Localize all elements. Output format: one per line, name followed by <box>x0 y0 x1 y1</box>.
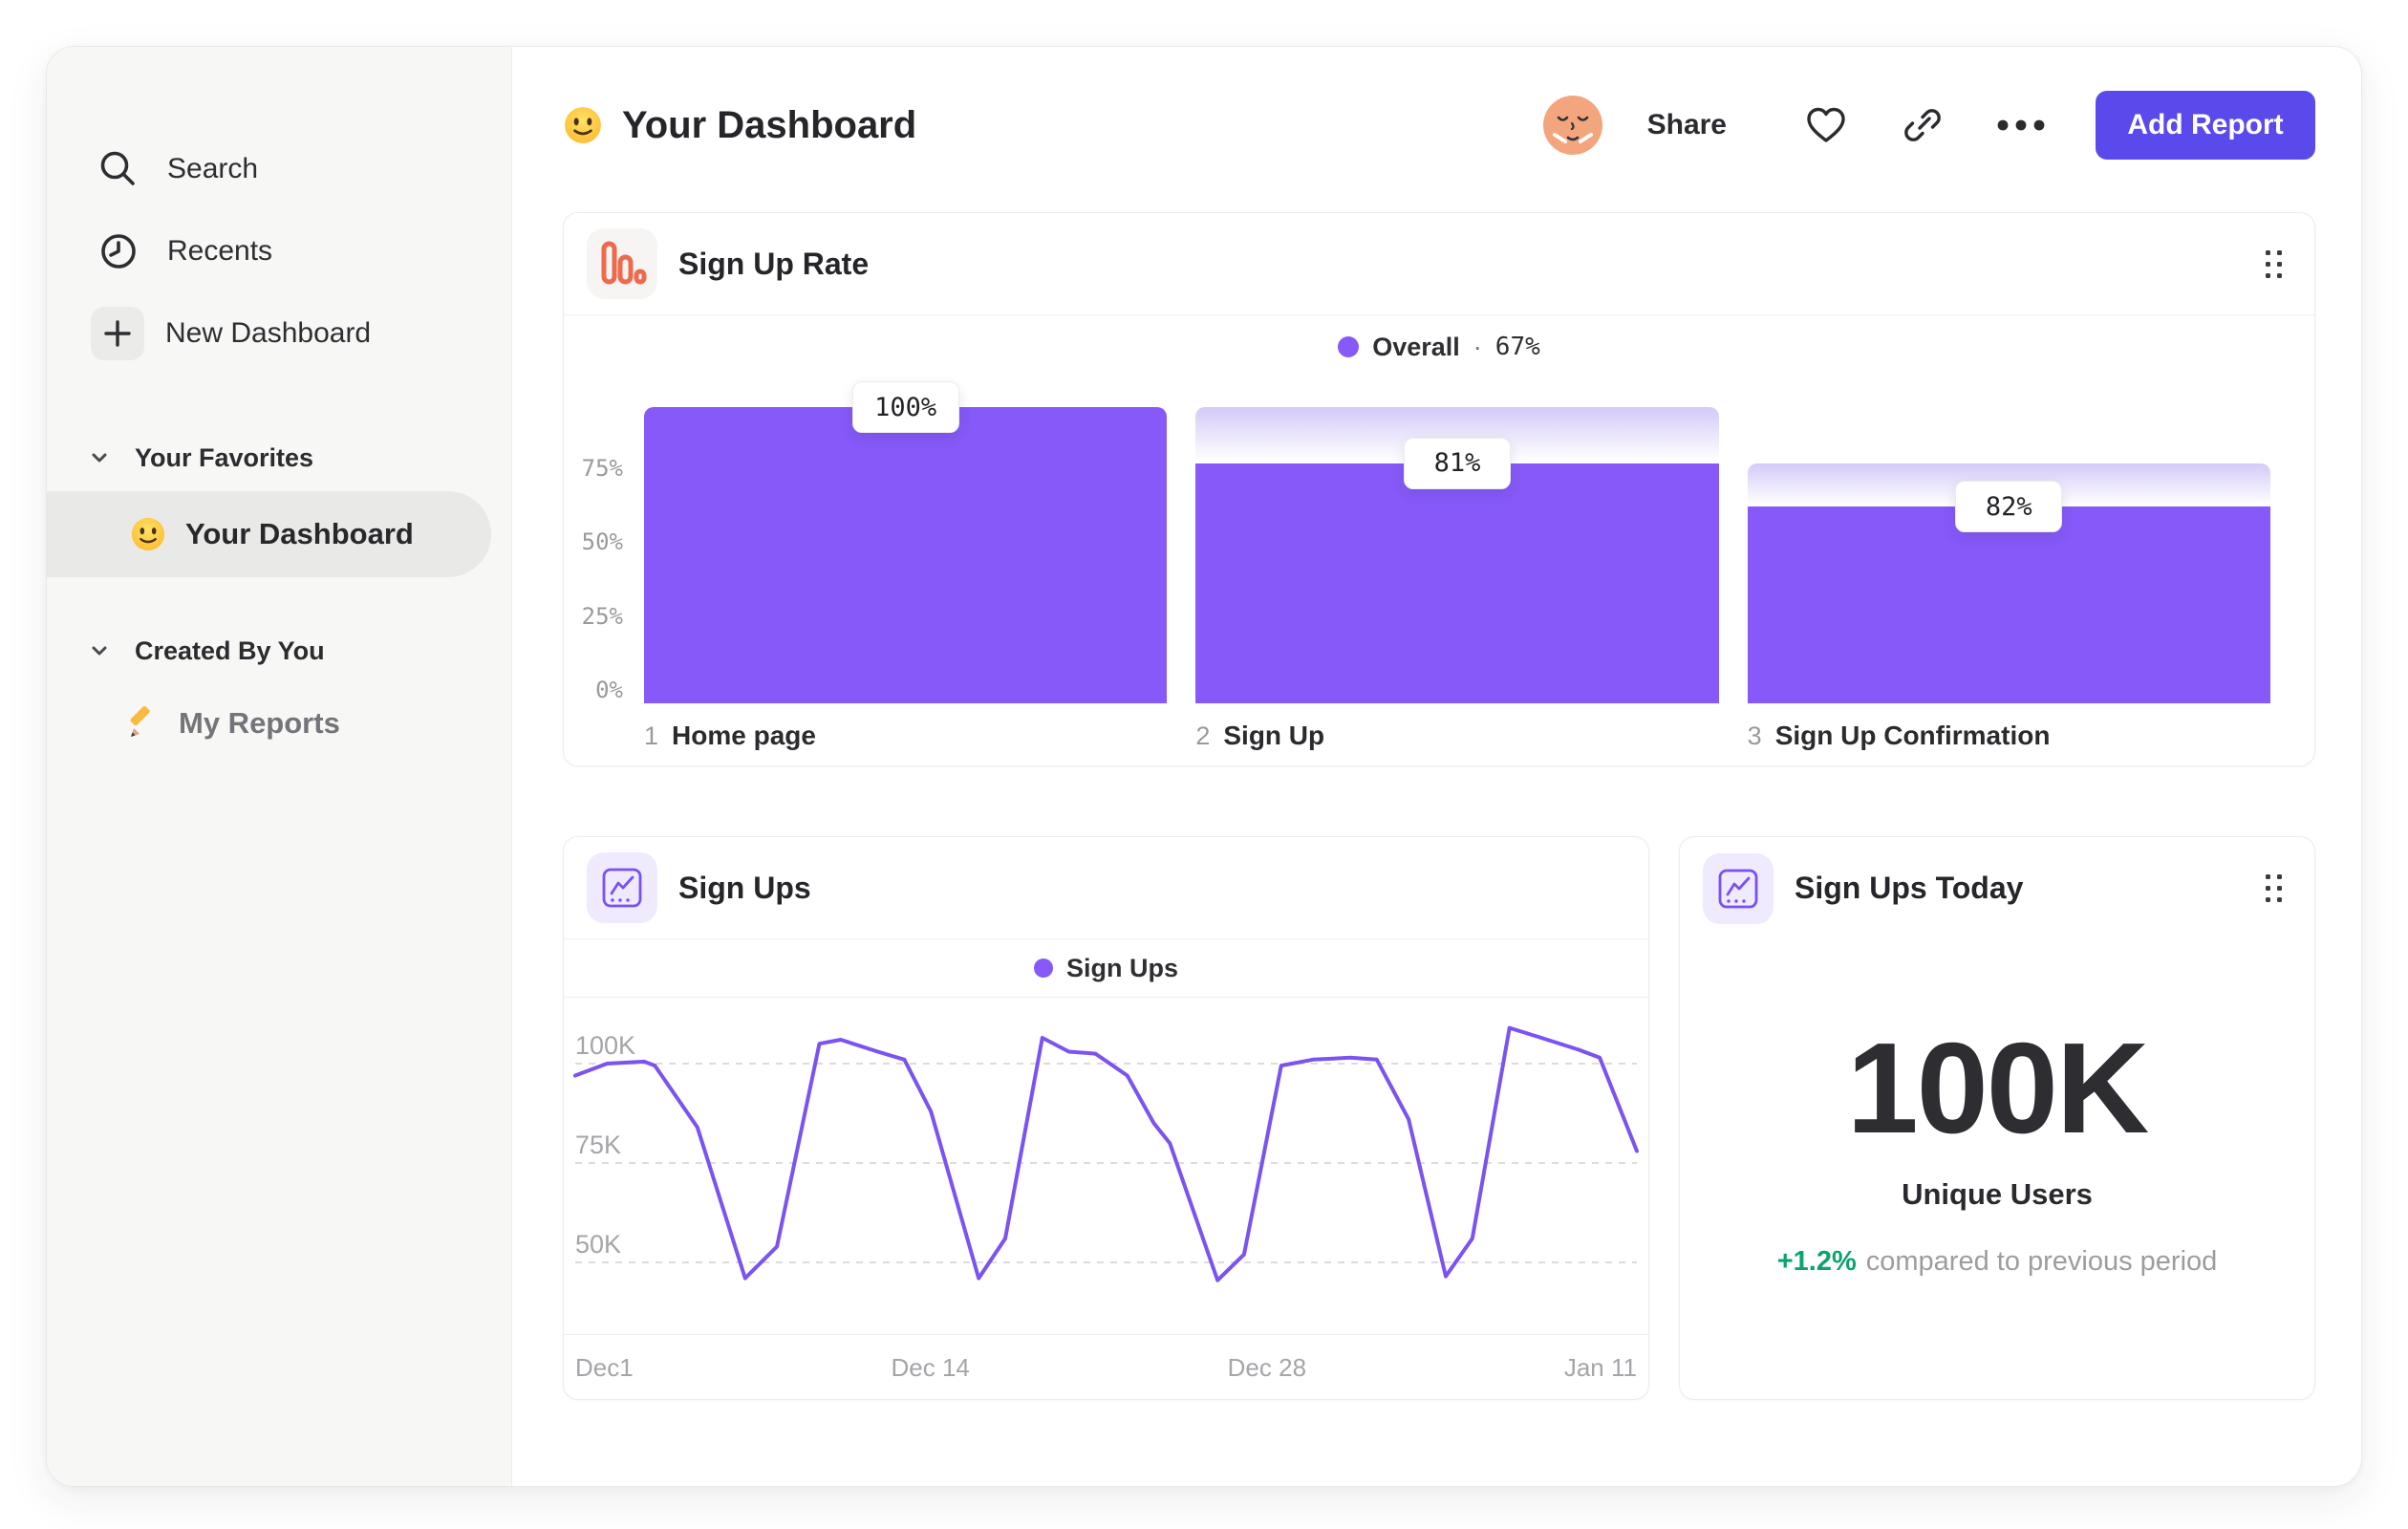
add-report-button[interactable]: Add Report <box>2096 91 2315 160</box>
sign-ups-card: Sign Ups Sign Ups 100K 75K 50K Dec1 Dec 14 D… <box>563 836 1649 1400</box>
pencil-emoji-icon <box>130 706 150 737</box>
funnel-step-label: 3 Sign Up Confirmation <box>1747 721 2051 750</box>
funnel-bar[interactable]: 100% <box>644 381 1168 703</box>
card-title: Sign Ups <box>678 870 811 905</box>
funnel-step-label: 2 Sign Up <box>1195 721 1325 750</box>
plus-icon <box>91 307 144 360</box>
line-chart-icon <box>1703 852 1774 924</box>
funnel-legend: Overall · 67% <box>564 315 2314 378</box>
drag-handle-icon[interactable] <box>2266 249 2282 278</box>
svg-text:100K: 100K <box>575 1031 635 1060</box>
card-header: Sign Ups <box>564 837 1648 939</box>
sign-ups-today-card: Sign Ups Today 100K Unique Users +1.2% co… <box>1679 836 2315 1400</box>
sign-up-rate-card: Sign Up Rate Overall · 67% 75% 50% 25% 0% 1… <box>563 212 2315 766</box>
page-title: Your Dashboard <box>563 104 916 147</box>
funnel-y-axis: 75% 50% 25% 0% <box>581 454 623 704</box>
line-legend: Sign Ups <box>564 939 1648 998</box>
sidebar-item-search[interactable]: Search <box>47 128 511 210</box>
sidebar-item-new-dashboard[interactable]: New Dashboard <box>47 292 511 375</box>
favorite-heart-icon[interactable] <box>1805 105 1847 145</box>
section-title: Created By You <box>135 635 325 665</box>
sidebar-item-label: Search <box>167 153 259 184</box>
share-button[interactable]: Share <box>1647 109 1727 141</box>
smiley-emoji-icon <box>131 517 165 551</box>
section-title: Your Favorites <box>135 442 314 472</box>
conversion-tooltip: 82% <box>1955 481 2063 533</box>
metric-value: 100K <box>1846 1016 2150 1160</box>
conversion-tooltip: 81% <box>1403 437 1511 489</box>
legend-dot <box>1338 336 1360 357</box>
funnel-bar[interactable]: 82% <box>1747 407 2270 703</box>
funnel-step-labels: 1 Home page 2 Sign Up 3 Sign Up Confirmation <box>564 703 2314 751</box>
x-axis-label: Dec 28 <box>1227 1352 1307 1382</box>
x-axis-label: Dec 14 <box>891 1352 970 1382</box>
clock-icon <box>101 234 136 269</box>
drag-handle-icon[interactable] <box>2266 874 2282 902</box>
funnel-step-label: 1 Home page <box>644 721 816 750</box>
smiley-emoji-icon <box>565 107 601 143</box>
chevron-down-icon <box>92 646 107 656</box>
funnel-chart-icon <box>587 228 657 299</box>
metric-label: Unique Users <box>1902 1177 2093 1211</box>
chevron-down-icon <box>92 453 107 463</box>
sidebar-section-created-by-you[interactable]: Created By You <box>47 632 511 670</box>
funnel-plot: 75% 50% 25% 0% 100% 81% 82% <box>564 378 2314 703</box>
card-header: Sign Up Rate <box>564 213 2314 315</box>
svg-text:75K: 75K <box>575 1131 621 1159</box>
sidebar: Search Recents New Dashboard Your Favori… <box>47 47 512 1486</box>
funnel-bar[interactable]: 81% <box>1195 407 1719 703</box>
dashboard-header: Your Dashboard Share Add Report <box>563 89 2315 162</box>
sidebar-item-my-reports[interactable]: My Reports <box>47 689 511 758</box>
line-plot: 100K 75K 50K <box>564 998 1648 1334</box>
funnel-bars: 100% 81% 82% <box>644 381 2270 703</box>
copy-link-icon[interactable] <box>1903 105 1943 145</box>
user-avatar[interactable] <box>1542 95 1603 156</box>
delta-value: +1.2% <box>1776 1246 1857 1277</box>
x-axis-label: Jan 11 <box>1563 1352 1637 1382</box>
sidebar-item-label: New Dashboard <box>165 317 372 349</box>
search-icon <box>100 151 135 185</box>
card-title: Sign Ups Today <box>1795 871 2024 905</box>
line-chart-icon <box>587 852 657 923</box>
main-content: Your Dashboard Share Add Report Sign Up … <box>512 47 2361 1486</box>
legend-dot <box>1033 958 1053 978</box>
sidebar-item-label: Recents <box>167 235 273 267</box>
card-header: Sign Ups Today <box>1680 837 2314 939</box>
sidebar-item-label: Your Dashboard <box>185 517 414 550</box>
sidebar-section-your-favorites[interactable]: Your Favorites <box>47 439 511 477</box>
metric-delta: +1.2% compared to previous period <box>1776 1246 2218 1277</box>
line-x-axis: Dec1 Dec 14 Dec 28 Jan 11 <box>564 1334 1648 1400</box>
app-window: Search Recents New Dashboard Your Favori… <box>46 46 2362 1487</box>
conversion-tooltip: 100% <box>851 381 959 433</box>
sidebar-item-recents[interactable]: Recents <box>47 210 511 292</box>
overall-conversion-value: 67% <box>1494 333 1540 361</box>
sidebar-item-your-dashboard[interactable]: Your Dashboard <box>47 491 491 577</box>
card-title: Sign Up Rate <box>678 246 870 281</box>
svg-text:50K: 50K <box>575 1230 621 1259</box>
more-options-icon[interactable] <box>1996 118 2046 132</box>
x-axis-label: Dec1 <box>575 1352 634 1382</box>
sidebar-item-label: My Reports <box>179 706 340 740</box>
